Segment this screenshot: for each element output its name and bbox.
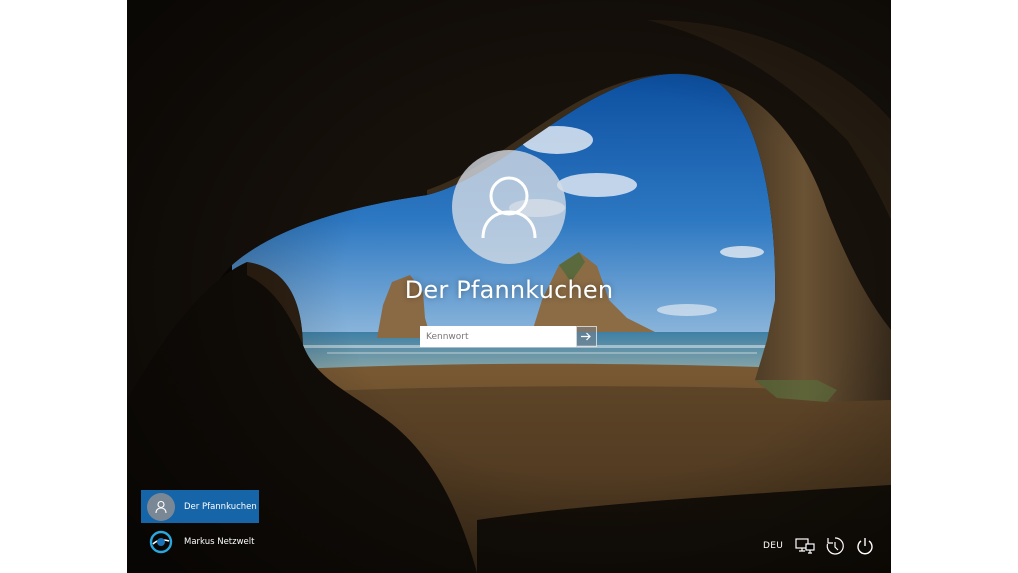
lock-screen: Der Pfannkuchen Der Pfannkuchen Markus N…	[127, 0, 891, 573]
user-tile-avatar	[147, 528, 175, 556]
user-tile-avatar	[147, 492, 175, 521]
user-tile-markus-netzwelt[interactable]: Markus Netzwelt	[141, 525, 259, 558]
username-label: Der Pfannkuchen	[404, 276, 614, 304]
user-icon	[481, 176, 537, 239]
submit-button[interactable]	[576, 326, 597, 347]
power-icon[interactable]	[854, 535, 876, 557]
user-tile-label: Markus Netzwelt	[184, 536, 255, 547]
network-icon[interactable]	[794, 535, 816, 557]
user-tile-der-pfannkuchen[interactable]: Der Pfannkuchen	[141, 490, 259, 523]
arrow-right-icon	[581, 332, 591, 341]
user-avatar	[452, 150, 566, 264]
user-tile-label: Der Pfannkuchen	[184, 501, 257, 512]
system-tray: DEU	[763, 532, 884, 560]
user-icon	[155, 500, 167, 513]
language-indicator[interactable]: DEU	[763, 541, 783, 551]
ease-of-access-icon[interactable]	[824, 535, 846, 557]
password-input[interactable]	[420, 326, 576, 347]
brand-logo-icon	[149, 530, 173, 553]
password-box	[420, 326, 597, 347]
